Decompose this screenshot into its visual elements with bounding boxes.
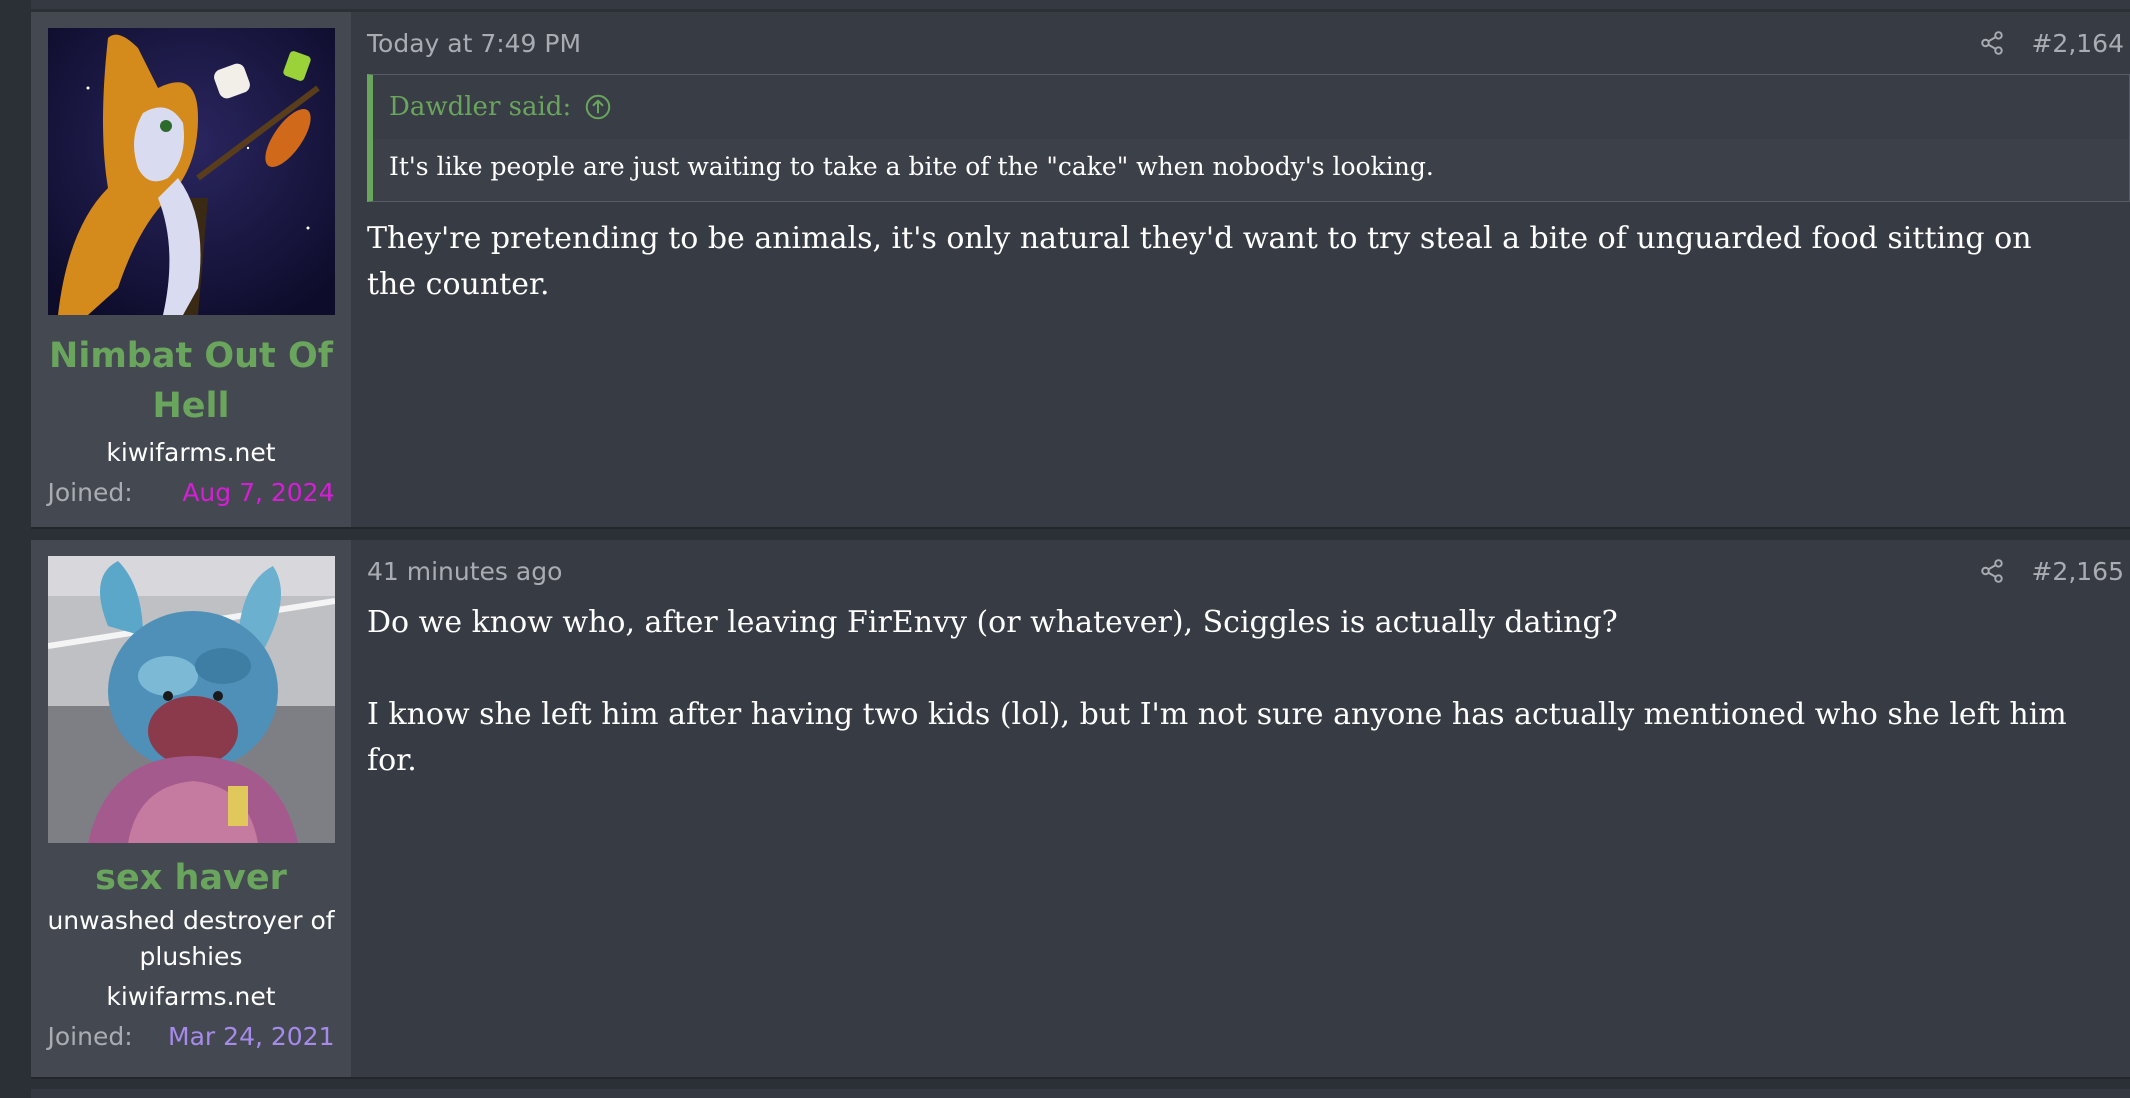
username[interactable]: Nimbat Out Of Hell xyxy=(31,331,351,431)
next-post-edge xyxy=(31,1089,2130,1098)
post-header: Today at 7:49 PM #2,164 xyxy=(367,12,2130,74)
share-icon[interactable] xyxy=(1979,558,2005,584)
quote-author[interactable]: Dawdler said: xyxy=(389,92,571,122)
user-site: kiwifarms.net xyxy=(106,438,276,467)
joined-label: Joined: xyxy=(47,478,133,507)
post-body: Do we know who, after leaving FirEnvy (o… xyxy=(367,600,2130,784)
joined-date: Aug 7, 2024 xyxy=(182,478,335,507)
post-header: 41 minutes ago #2,165 xyxy=(367,540,2130,602)
post-number[interactable]: #2,165 xyxy=(2031,557,2124,586)
post-main: 41 minutes ago #2,165 Do we know who, af… xyxy=(351,540,2130,1077)
post-paragraph: Do we know who, after leaving FirEnvy (o… xyxy=(367,605,1618,640)
joined-date: Mar 24, 2021 xyxy=(168,1022,335,1051)
post-actions: #2,164 xyxy=(1979,29,2124,58)
joined-info: Joined: Aug 7, 2024 xyxy=(48,475,335,511)
forum-post: sex haver unwashed destroyer of plushies… xyxy=(31,540,2130,1077)
post-paragraph: They're pretending to be animals, it's o… xyxy=(367,221,2032,302)
previous-post-edge xyxy=(31,0,2130,9)
post-timestamp[interactable]: 41 minutes ago xyxy=(367,557,562,586)
post-main: Today at 7:49 PM #2,164 Dawdler said: It… xyxy=(351,12,2130,527)
post-actions: #2,165 xyxy=(1979,557,2124,586)
user-info-panel: Nimbat Out Of Hell kiwifarms.net Joined:… xyxy=(31,12,351,527)
share-icon[interactable] xyxy=(1979,30,2005,56)
quote-text: It's like people are just waiting to tak… xyxy=(389,152,1434,181)
post-number[interactable]: #2,164 xyxy=(2031,29,2124,58)
joined-label: Joined: xyxy=(47,1022,133,1051)
user-site: kiwifarms.net xyxy=(106,982,276,1011)
user-avatar[interactable] xyxy=(47,556,335,843)
joined-info: Joined: Mar 24, 2021 xyxy=(48,1019,335,1055)
post-timestamp[interactable]: Today at 7:49 PM xyxy=(367,29,581,58)
user-info-panel: sex haver unwashed destroyer of plushies… xyxy=(31,540,351,1077)
forum-post: Nimbat Out Of Hell kiwifarms.net Joined:… xyxy=(31,12,2130,527)
quote-block: Dawdler said: It's like people are just … xyxy=(367,74,2130,202)
post-paragraph: I know she left him after having two kid… xyxy=(367,697,2067,778)
post-body: They're pretending to be animals, it's o… xyxy=(367,216,2130,308)
user-avatar[interactable] xyxy=(47,28,335,315)
quote-header: Dawdler said: xyxy=(373,75,2129,139)
username[interactable]: sex haver xyxy=(83,853,299,903)
user-title: unwashed destroyer of plushies xyxy=(47,906,335,971)
arrow-up-circle-icon[interactable] xyxy=(583,92,613,122)
